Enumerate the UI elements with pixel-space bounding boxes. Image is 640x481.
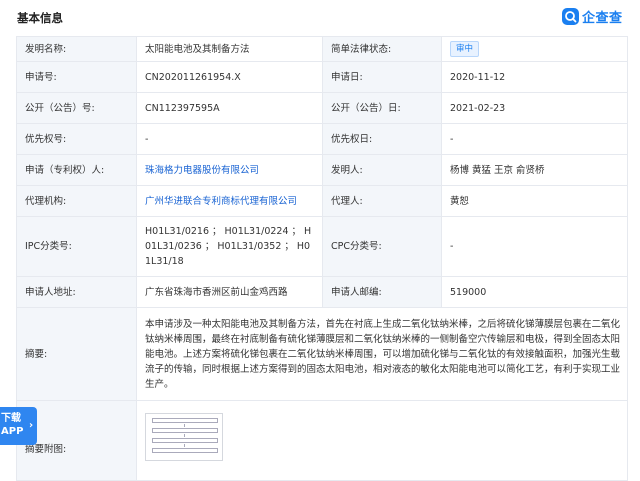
flow-step bbox=[152, 448, 218, 453]
table-row: 公开（公告）号: CN112397595A 公开（公告）日: 2021-02-2… bbox=[16, 92, 628, 124]
cpc-value: - bbox=[441, 216, 628, 277]
applicant-address-value: 广东省珠海市香洲区前山金鸡西路 bbox=[136, 276, 323, 308]
applicant-zip-label: 申请人邮编: bbox=[322, 276, 442, 308]
section-title: 基本信息 bbox=[17, 11, 63, 25]
abstract-label: 摘要: bbox=[16, 307, 137, 401]
applicant-link[interactable]: 珠海格力电器股份有限公司 bbox=[136, 154, 323, 186]
priority-date-value: - bbox=[441, 123, 628, 155]
legal-status-label: 简单法律状态: bbox=[322, 36, 442, 62]
priority-no-value: - bbox=[136, 123, 323, 155]
table-row: 申请号: CN202011261954.X 申请日: 2020-11-12 bbox=[16, 61, 628, 93]
agency-label: 代理机构: bbox=[16, 185, 137, 217]
table-row: IPC分类号: H01L31/0216 ； H01L31/0224 ； H01L… bbox=[16, 216, 628, 277]
pub-date-label: 公开（公告）日: bbox=[322, 92, 442, 124]
agent-value: 黄恕 bbox=[441, 185, 628, 217]
download-app-button[interactable]: 下载 APP › bbox=[0, 407, 37, 445]
table-row: 申请（专利权）人: 珠海格力电器股份有限公司 发明人: 杨博 黄猛 王京 俞贤桥 bbox=[16, 154, 628, 186]
invention-name-label: 发明名称: bbox=[16, 36, 137, 62]
applicant-label: 申请（专利权）人: bbox=[16, 154, 137, 186]
invention-name-value: 太阳能电池及其制备方法 bbox=[136, 36, 323, 62]
qichacha-logo[interactable]: 企查查 bbox=[562, 7, 623, 26]
pub-no-value: CN112397595A bbox=[136, 92, 323, 124]
flow-arrow bbox=[184, 424, 185, 427]
logo-text: 企查查 bbox=[582, 11, 623, 26]
cpc-label: CPC分类号: bbox=[322, 216, 442, 277]
status-badge[interactable]: 审中 bbox=[450, 41, 480, 57]
app-no-value: CN202011261954.X bbox=[136, 61, 323, 93]
table-row: 摘要附图: bbox=[16, 400, 628, 481]
flow-step bbox=[152, 438, 218, 443]
table-row: 发明名称: 太阳能电池及其制备方法 简单法律状态: 审中 bbox=[16, 36, 628, 62]
priority-date-label: 优先权日: bbox=[322, 123, 442, 155]
table-row: 优先权号: - 优先权日: - bbox=[16, 123, 628, 155]
inventor-value: 杨博 黄猛 王京 俞贤桥 bbox=[441, 154, 628, 186]
priority-no-label: 优先权号: bbox=[16, 123, 137, 155]
table-row: 摘要: 本申请涉及一种太阳能电池及其制备方法，首先在衬底上生成二氧化钛纳米棒，之… bbox=[16, 307, 628, 401]
basic-info-table: 发明名称: 太阳能电池及其制备方法 简单法律状态: 审中 申请号: CN2020… bbox=[16, 36, 628, 481]
applicant-zip-value: 519000 bbox=[441, 276, 628, 308]
applicant-address-label: 申请人地址: bbox=[16, 276, 137, 308]
app-no-label: 申请号: bbox=[16, 61, 137, 93]
agent-label: 代理人: bbox=[322, 185, 442, 217]
flow-arrow bbox=[184, 434, 185, 437]
legal-status-cell: 审中 bbox=[441, 36, 628, 62]
pub-date-value: 2021-02-23 bbox=[441, 92, 628, 124]
flow-step bbox=[152, 428, 218, 433]
chevron-right-icon: › bbox=[29, 420, 34, 431]
qichacha-logo-icon bbox=[562, 8, 579, 25]
ipc-label: IPC分类号: bbox=[16, 216, 137, 277]
agency-link[interactable]: 广州华进联合专利商标代理有限公司 bbox=[136, 185, 323, 217]
ipc-value: H01L31/0216 ； H01L31/0224 ； H01L31/0236 … bbox=[136, 216, 323, 277]
abstract-figure-cell bbox=[136, 400, 628, 481]
app-date-label: 申请日: bbox=[322, 61, 442, 93]
app-date-value: 2020-11-12 bbox=[441, 61, 628, 93]
table-row: 代理机构: 广州华进联合专利商标代理有限公司 代理人: 黄恕 bbox=[16, 185, 628, 217]
table-row: 申请人地址: 广东省珠海市香洲区前山金鸡西路 申请人邮编: 519000 bbox=[16, 276, 628, 308]
abstract-text: 本申请涉及一种太阳能电池及其制备方法，首先在衬底上生成二氧化钛纳米棒，之后将硫化… bbox=[136, 307, 628, 401]
pub-no-label: 公开（公告）号: bbox=[16, 92, 137, 124]
flow-step bbox=[152, 418, 218, 423]
section-header: 基本信息 企查查 bbox=[0, 0, 640, 36]
abstract-figure-thumbnail[interactable] bbox=[145, 413, 223, 461]
inventor-label: 发明人: bbox=[322, 154, 442, 186]
flow-arrow bbox=[184, 444, 185, 447]
